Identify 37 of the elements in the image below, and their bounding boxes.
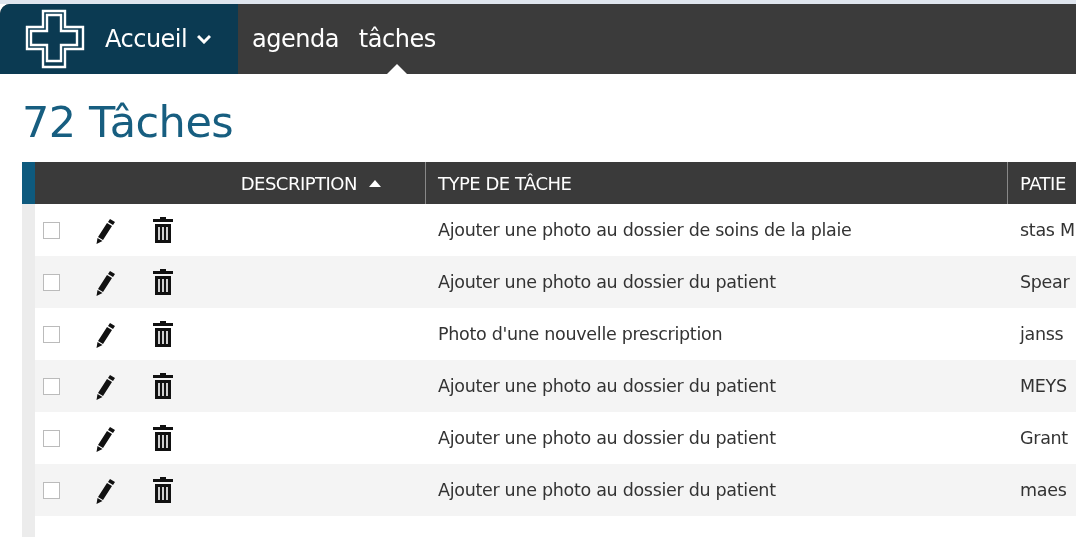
- pencil-icon[interactable]: [95, 268, 117, 296]
- page-title: 72 Tâches: [22, 96, 235, 148]
- table-cell-text: Spear: [1019, 271, 1071, 294]
- table-cell-text: Photo d'une nouvelle prescription: [437, 323, 724, 346]
- home-menu-button[interactable]: Accueil: [105, 25, 212, 53]
- row-checkbox[interactable]: [43, 273, 60, 291]
- pencil-icon[interactable]: [95, 216, 117, 244]
- pencil-icon[interactable]: [95, 424, 117, 452]
- trash-icon[interactable]: [152, 476, 174, 504]
- table-cell-text: Ajouter une photo au dossier du patient: [437, 479, 777, 502]
- cross-logo-icon: [25, 9, 85, 69]
- table-cell-text: Ajouter une photo au dossier du patient: [437, 375, 777, 398]
- table-cell-text: janss: [1018, 323, 1065, 346]
- nav-link[interactable]: agenda: [252, 4, 339, 74]
- table-cell-text: Ajouter une photo au dossier de soins de la plaie: [437, 219, 853, 242]
- column-header[interactable]: PATIE: [1008, 162, 1076, 204]
- pencil-icon[interactable]: [95, 476, 117, 504]
- trash-icon[interactable]: [152, 424, 174, 452]
- row-checkbox[interactable]: [43, 481, 60, 499]
- pencil-icon[interactable]: [95, 372, 117, 400]
- header-accent: [22, 162, 35, 204]
- row-checkbox[interactable]: [43, 221, 60, 239]
- table-cell-text: Ajouter une photo au dossier du patient: [437, 427, 777, 450]
- trash-icon[interactable]: [152, 372, 174, 400]
- trash-icon[interactable]: [152, 216, 174, 244]
- table-cell-text: Grant: [1019, 427, 1069, 450]
- table-cell-text: Ajouter une photo au dossier du patient: [437, 271, 777, 294]
- trash-icon[interactable]: [152, 320, 174, 348]
- row-checkbox[interactable]: [43, 377, 60, 395]
- table-cell-text: maes: [1019, 479, 1068, 502]
- row-checkbox[interactable]: [43, 429, 60, 447]
- table-cell-text: stas M: [1019, 219, 1076, 242]
- trash-icon[interactable]: [152, 268, 174, 296]
- table-cell-text: MEYS: [1019, 375, 1068, 398]
- row-checkbox[interactable]: [43, 325, 60, 343]
- nav-link[interactable]: tâches: [358, 4, 436, 74]
- pencil-icon[interactable]: [95, 320, 117, 348]
